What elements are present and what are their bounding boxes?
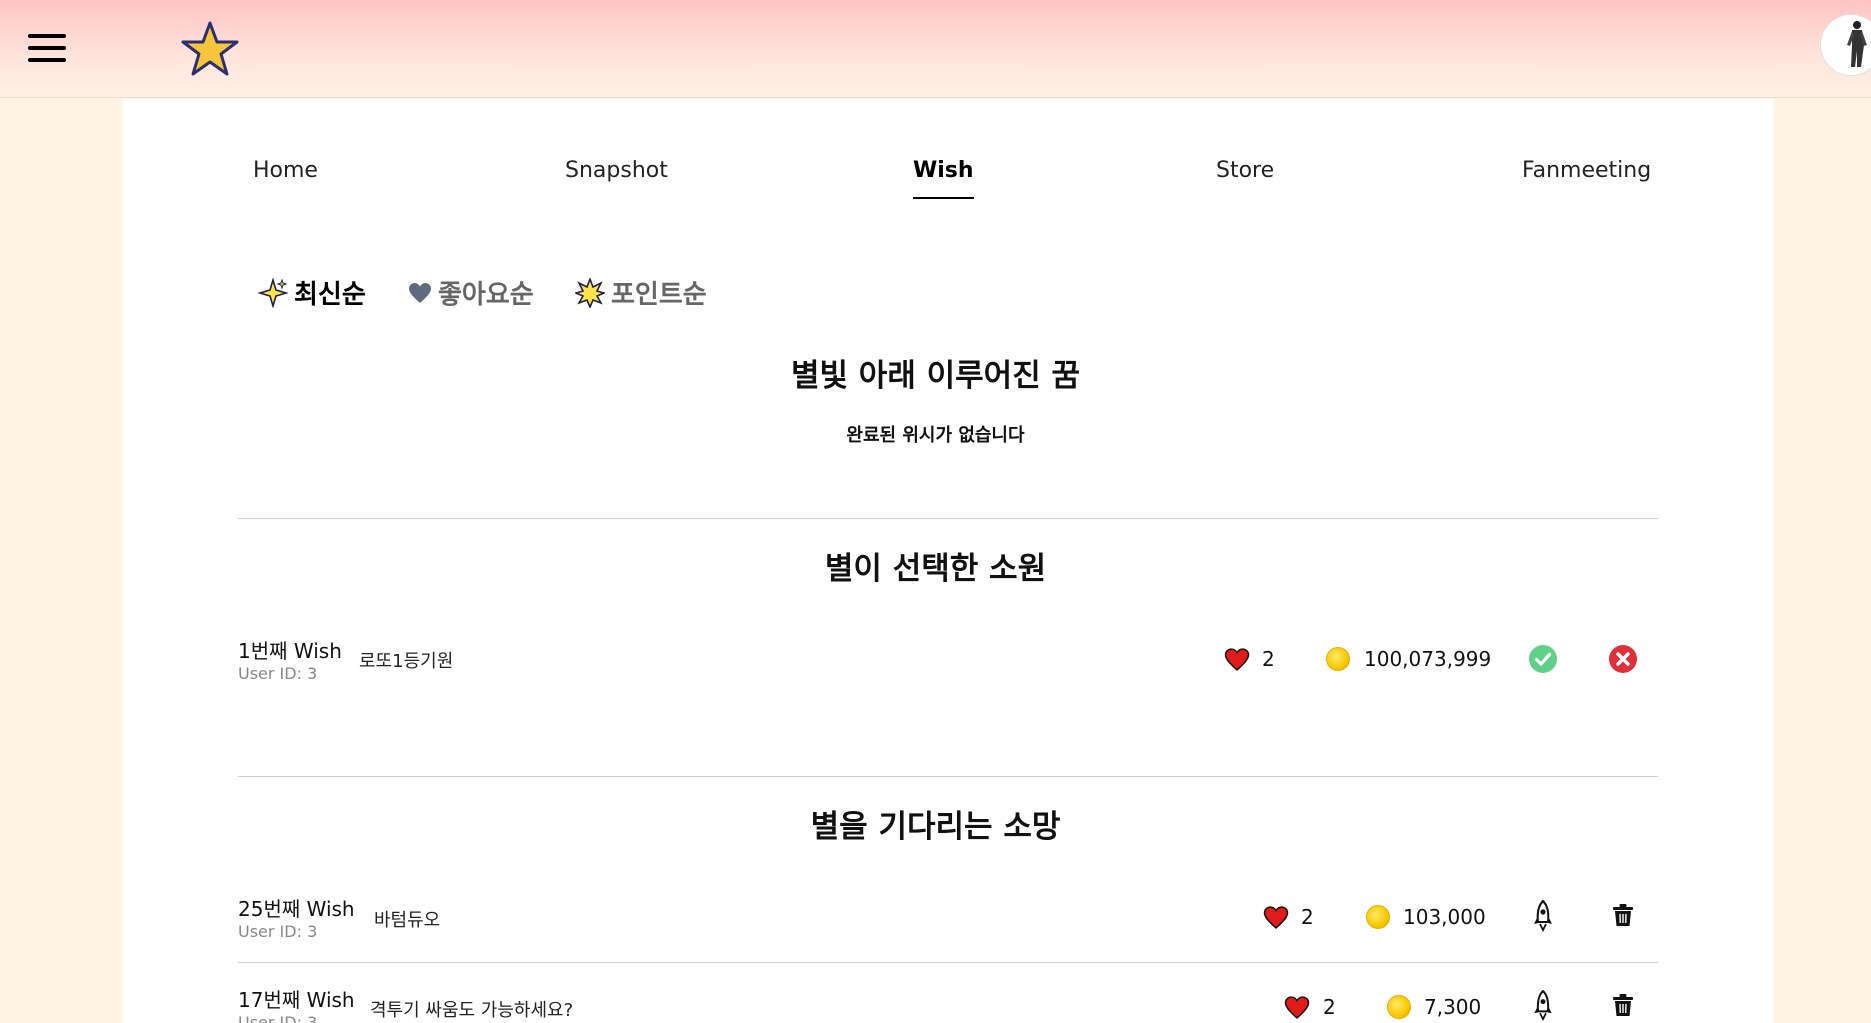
nav-fanmeeting[interactable]: Fanmeeting xyxy=(1522,158,1651,183)
heart-icon[interactable] xyxy=(1263,906,1289,929)
coin-icon xyxy=(1326,647,1350,671)
wish-label: 1번째 Wish xyxy=(238,639,342,663)
sort-likes-button[interactable]: 좋아요순 xyxy=(408,274,534,311)
top-bar xyxy=(0,0,1871,98)
sparkles-icon xyxy=(258,277,288,308)
sort-latest-button[interactable]: 최신순 xyxy=(258,274,366,311)
heart-icon[interactable] xyxy=(1284,996,1310,1019)
wish-text: 격투기 싸움도 가능하세요? xyxy=(370,1000,574,1021)
wish-likes-count: 2 xyxy=(1301,905,1314,929)
avatar[interactable] xyxy=(1820,14,1871,76)
waiting-section-title: 별을 기다리는 소망 xyxy=(810,809,1061,845)
wish-text: 바텀듀오 xyxy=(374,910,441,931)
wish-user-id: User ID: 3 xyxy=(238,922,318,941)
burst-star-icon xyxy=(575,277,605,308)
wish-points: 7,300 xyxy=(1424,995,1482,1019)
nav-home[interactable]: Home xyxy=(253,158,318,183)
trash-icon[interactable] xyxy=(1613,994,1633,1017)
wish-points: 100,073,999 xyxy=(1364,647,1492,671)
wish-likes-count: 2 xyxy=(1323,995,1336,1019)
sort-points-label: 포인트순 xyxy=(611,280,707,310)
coin-icon xyxy=(1366,905,1390,929)
main-nav: Home Snapshot Wish Store Fanmeeting xyxy=(0,158,1871,202)
wish-likes-count: 2 xyxy=(1262,647,1275,671)
trash-icon[interactable] xyxy=(1613,904,1633,927)
rocket-icon[interactable] xyxy=(1532,900,1554,934)
x-circle-icon[interactable] xyxy=(1609,645,1637,673)
completed-section-title: 별빛 아래 이루어진 꿈 xyxy=(790,358,1081,394)
wish-user-id: User ID: 3 xyxy=(238,1013,318,1023)
rocket-icon[interactable] xyxy=(1532,990,1554,1023)
sort-points-button[interactable]: 포인트순 xyxy=(575,274,707,311)
wish-user-id: User ID: 3 xyxy=(238,664,318,683)
wish-label: 17번째 Wish xyxy=(238,988,355,1012)
wish-points: 103,000 xyxy=(1403,905,1486,929)
nav-wish[interactable]: Wish xyxy=(913,158,974,199)
heart-icon xyxy=(409,282,431,303)
divider xyxy=(238,962,1658,963)
wish-text: 로또1등기원 xyxy=(359,651,454,672)
sort-latest-label: 최신순 xyxy=(294,280,366,310)
coin-icon xyxy=(1387,995,1411,1019)
nav-store[interactable]: Store xyxy=(1216,158,1274,183)
heart-icon[interactable] xyxy=(1224,648,1250,671)
check-circle-icon[interactable] xyxy=(1529,645,1557,673)
divider xyxy=(238,776,1658,777)
hamburger-menu-icon[interactable] xyxy=(28,34,66,62)
star-logo-icon[interactable] xyxy=(180,20,240,78)
selected-section-title: 별이 선택한 소원 xyxy=(824,551,1047,587)
wish-label: 25번째 Wish xyxy=(238,897,355,921)
divider xyxy=(238,518,1658,519)
nav-snapshot[interactable]: Snapshot xyxy=(565,158,668,183)
sort-likes-label: 좋아요순 xyxy=(438,280,534,310)
completed-empty-message: 완료된 위시가 없습니다 xyxy=(846,425,1025,446)
